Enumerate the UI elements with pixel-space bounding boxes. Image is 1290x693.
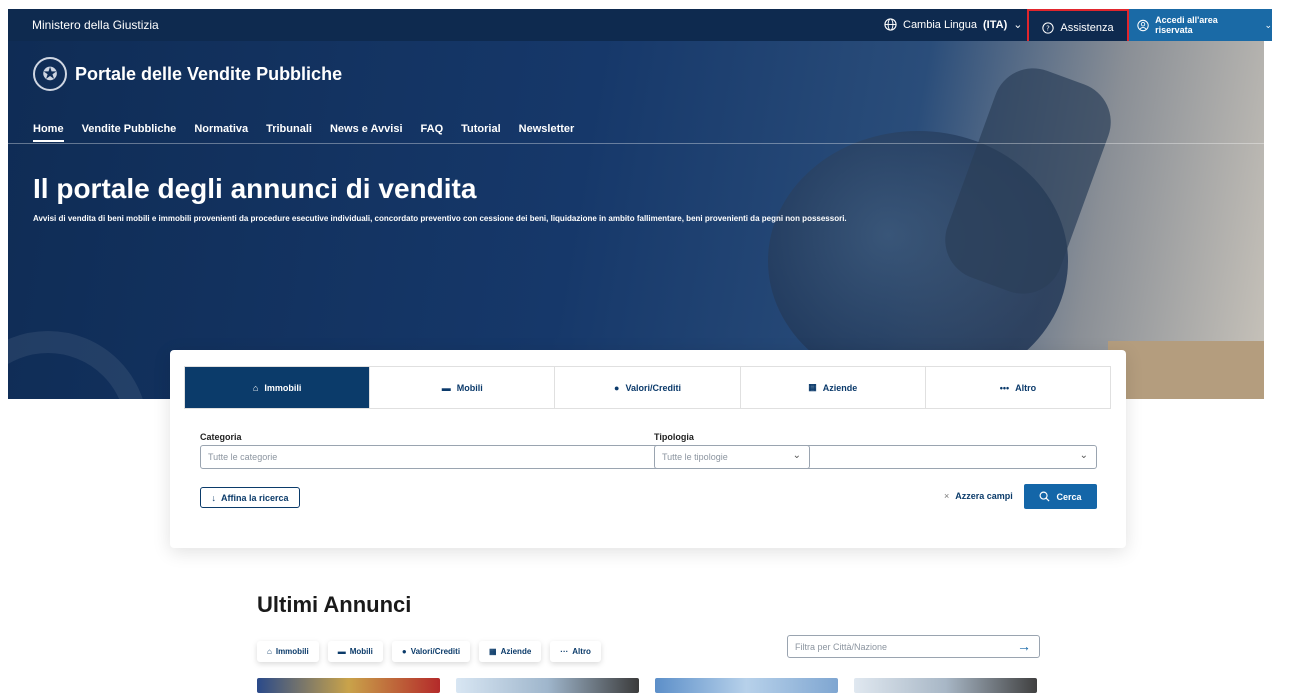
hero-subtitle: Avvisi di vendita di beni mobili e immob… <box>33 214 847 223</box>
user-icon <box>1137 19 1149 31</box>
coin-icon: ● <box>614 382 620 393</box>
annuncio-thumbnail[interactable] <box>257 678 440 693</box>
help-icon: ? <box>1042 22 1055 34</box>
annunci-thumbnails <box>257 678 1037 693</box>
tab-label: Valori/Crediti <box>625 382 681 393</box>
home-icon: ⌂ <box>252 382 259 393</box>
pill-mobili[interactable]: ▬ Mobili <box>327 641 383 662</box>
nav-tutorial[interactable]: Tutorial <box>461 123 501 142</box>
category-tabs: ⌂ Immobili ▬ Mobili ● Valori/Crediti ▦ A… <box>184 366 1111 409</box>
refine-label: Affina la ricerca <box>220 492 289 503</box>
more-icon: ••• <box>999 382 1010 393</box>
annunci-filter-pills: ⌂ Immobili ▬ Mobili ● Valori/Crediti ▦ Azien… <box>257 641 601 662</box>
portal-title: Portale delle Vendite Pubbliche <box>75 63 343 84</box>
city-filter-input[interactable]: Filtra per Città/Nazione → <box>787 635 1040 658</box>
desk-image <box>1108 341 1264 399</box>
tipologia-select[interactable]: Tutte le tipologie ⌄ <box>654 445 1097 469</box>
building-icon: ▦ <box>489 647 497 656</box>
section-title: Ultimi Annunci <box>257 592 412 617</box>
globe-icon <box>884 18 897 31</box>
pill-altro[interactable]: ··· Altro <box>550 641 601 662</box>
language-label: Cambia Lingua <box>903 18 977 31</box>
nav-news-avvisi[interactable]: News e Avvisi <box>330 123 403 142</box>
login-label: Accedi all'area riservata <box>1155 15 1218 35</box>
pill-label: Valori/Crediti <box>410 647 461 656</box>
home-icon: ⌂ <box>267 647 272 656</box>
car-icon: ▬ <box>441 382 451 393</box>
pill-label: Altro <box>572 647 591 656</box>
reset-fields-button[interactable]: × Azzera campi <box>944 491 1013 501</box>
tab-aziende[interactable]: ▦ Aziende <box>741 367 926 408</box>
tab-label: Mobili <box>456 382 483 393</box>
nav-vendite-pubbliche[interactable]: Vendite Pubbliche <box>82 123 177 142</box>
refine-search-button[interactable]: ↓ Affina la ricerca <box>200 487 300 508</box>
hero-header: ✪ Portale delle Vendite Pubbliche Home V… <box>8 41 1264 399</box>
ministry-link[interactable]: Ministero della Giustizia <box>32 18 159 32</box>
language-selector[interactable]: Cambia Lingua (ITA) ⌄ <box>884 18 1022 31</box>
chevron-down-icon: ⌄ <box>1079 450 1088 461</box>
arrow-right-icon[interactable]: → <box>1017 638 1031 654</box>
annuncio-thumbnail[interactable] <box>655 678 838 693</box>
annuncio-thumbnail[interactable] <box>456 678 639 693</box>
pill-valori-crediti[interactable]: ● Valori/Crediti <box>391 641 471 662</box>
tipologia-label: Tipologia <box>654 432 694 442</box>
svg-text:?: ? <box>1047 25 1051 33</box>
reset-label: Azzera campi <box>955 491 1013 501</box>
nav-faq[interactable]: FAQ <box>421 123 444 142</box>
arrow-down-icon: ↓ <box>211 492 216 503</box>
tab-label: Immobili <box>264 382 302 393</box>
annuncio-thumbnail[interactable] <box>854 678 1037 693</box>
pill-immobili[interactable]: ⌂ Immobili <box>257 641 319 662</box>
search-card: ⌂ Immobili ▬ Mobili ● Valori/Crediti ▦ A… <box>170 350 1126 548</box>
language-code: (ITA) <box>983 18 1008 31</box>
tab-label: Aziende <box>822 382 858 393</box>
pill-label: Mobili <box>349 647 373 656</box>
chevron-down-icon: ⌄ <box>1264 19 1272 30</box>
nav-home[interactable]: Home <box>33 123 64 142</box>
decorative-arc <box>8 331 148 399</box>
search-button[interactable]: Cerca <box>1024 484 1097 509</box>
tab-altro[interactable]: ••• Altro <box>926 367 1110 408</box>
tab-immobili[interactable]: ⌂ Immobili <box>185 367 371 408</box>
nav-normativa[interactable]: Normativa <box>194 123 248 142</box>
categoria-placeholder: Tutte le categorie <box>208 452 278 462</box>
portal-logo[interactable]: ✪ Portale delle Vendite Pubbliche <box>33 57 342 91</box>
nav-divider <box>8 143 1264 144</box>
search-label: Cerca <box>1056 491 1082 502</box>
assistance-label: Assistenza <box>1060 22 1114 34</box>
pill-aziende[interactable]: ▦ Aziende <box>479 641 542 662</box>
hero-title: Il portale degli annunci di vendita <box>33 173 477 204</box>
pill-label: Aziende <box>500 647 532 656</box>
coin-icon: ● <box>401 647 407 656</box>
nav-tribunali[interactable]: Tribunali <box>266 123 312 142</box>
close-icon: × <box>944 491 950 501</box>
tab-label: Altro <box>1015 382 1037 393</box>
building-icon: ▦ <box>808 382 817 392</box>
top-bar: Ministero della Giustizia Cambia Lingua … <box>8 9 1272 47</box>
tipologia-placeholder: Tutte le tipologie <box>662 452 728 462</box>
emblem-icon: ✪ <box>33 57 67 91</box>
city-filter-placeholder: Filtra per Città/Nazione <box>795 642 888 652</box>
more-icon: ··· <box>560 647 569 656</box>
search-icon <box>1039 491 1050 502</box>
login-button[interactable]: Accedi all'area riservata ⌄ <box>1129 9 1272 41</box>
main-nav: Home Vendite Pubbliche Normativa Tribuna… <box>33 123 574 142</box>
tab-mobili[interactable]: ▬ Mobili <box>370 367 556 408</box>
categoria-label: Categoria <box>200 432 242 442</box>
chevron-down-icon: ⌄ <box>1013 19 1023 31</box>
nav-newsletter[interactable]: Newsletter <box>519 123 575 142</box>
car-icon: ▬ <box>337 647 346 656</box>
tab-valori-crediti[interactable]: ● Valori/Crediti <box>555 367 741 408</box>
pill-label: Immobili <box>275 647 309 656</box>
